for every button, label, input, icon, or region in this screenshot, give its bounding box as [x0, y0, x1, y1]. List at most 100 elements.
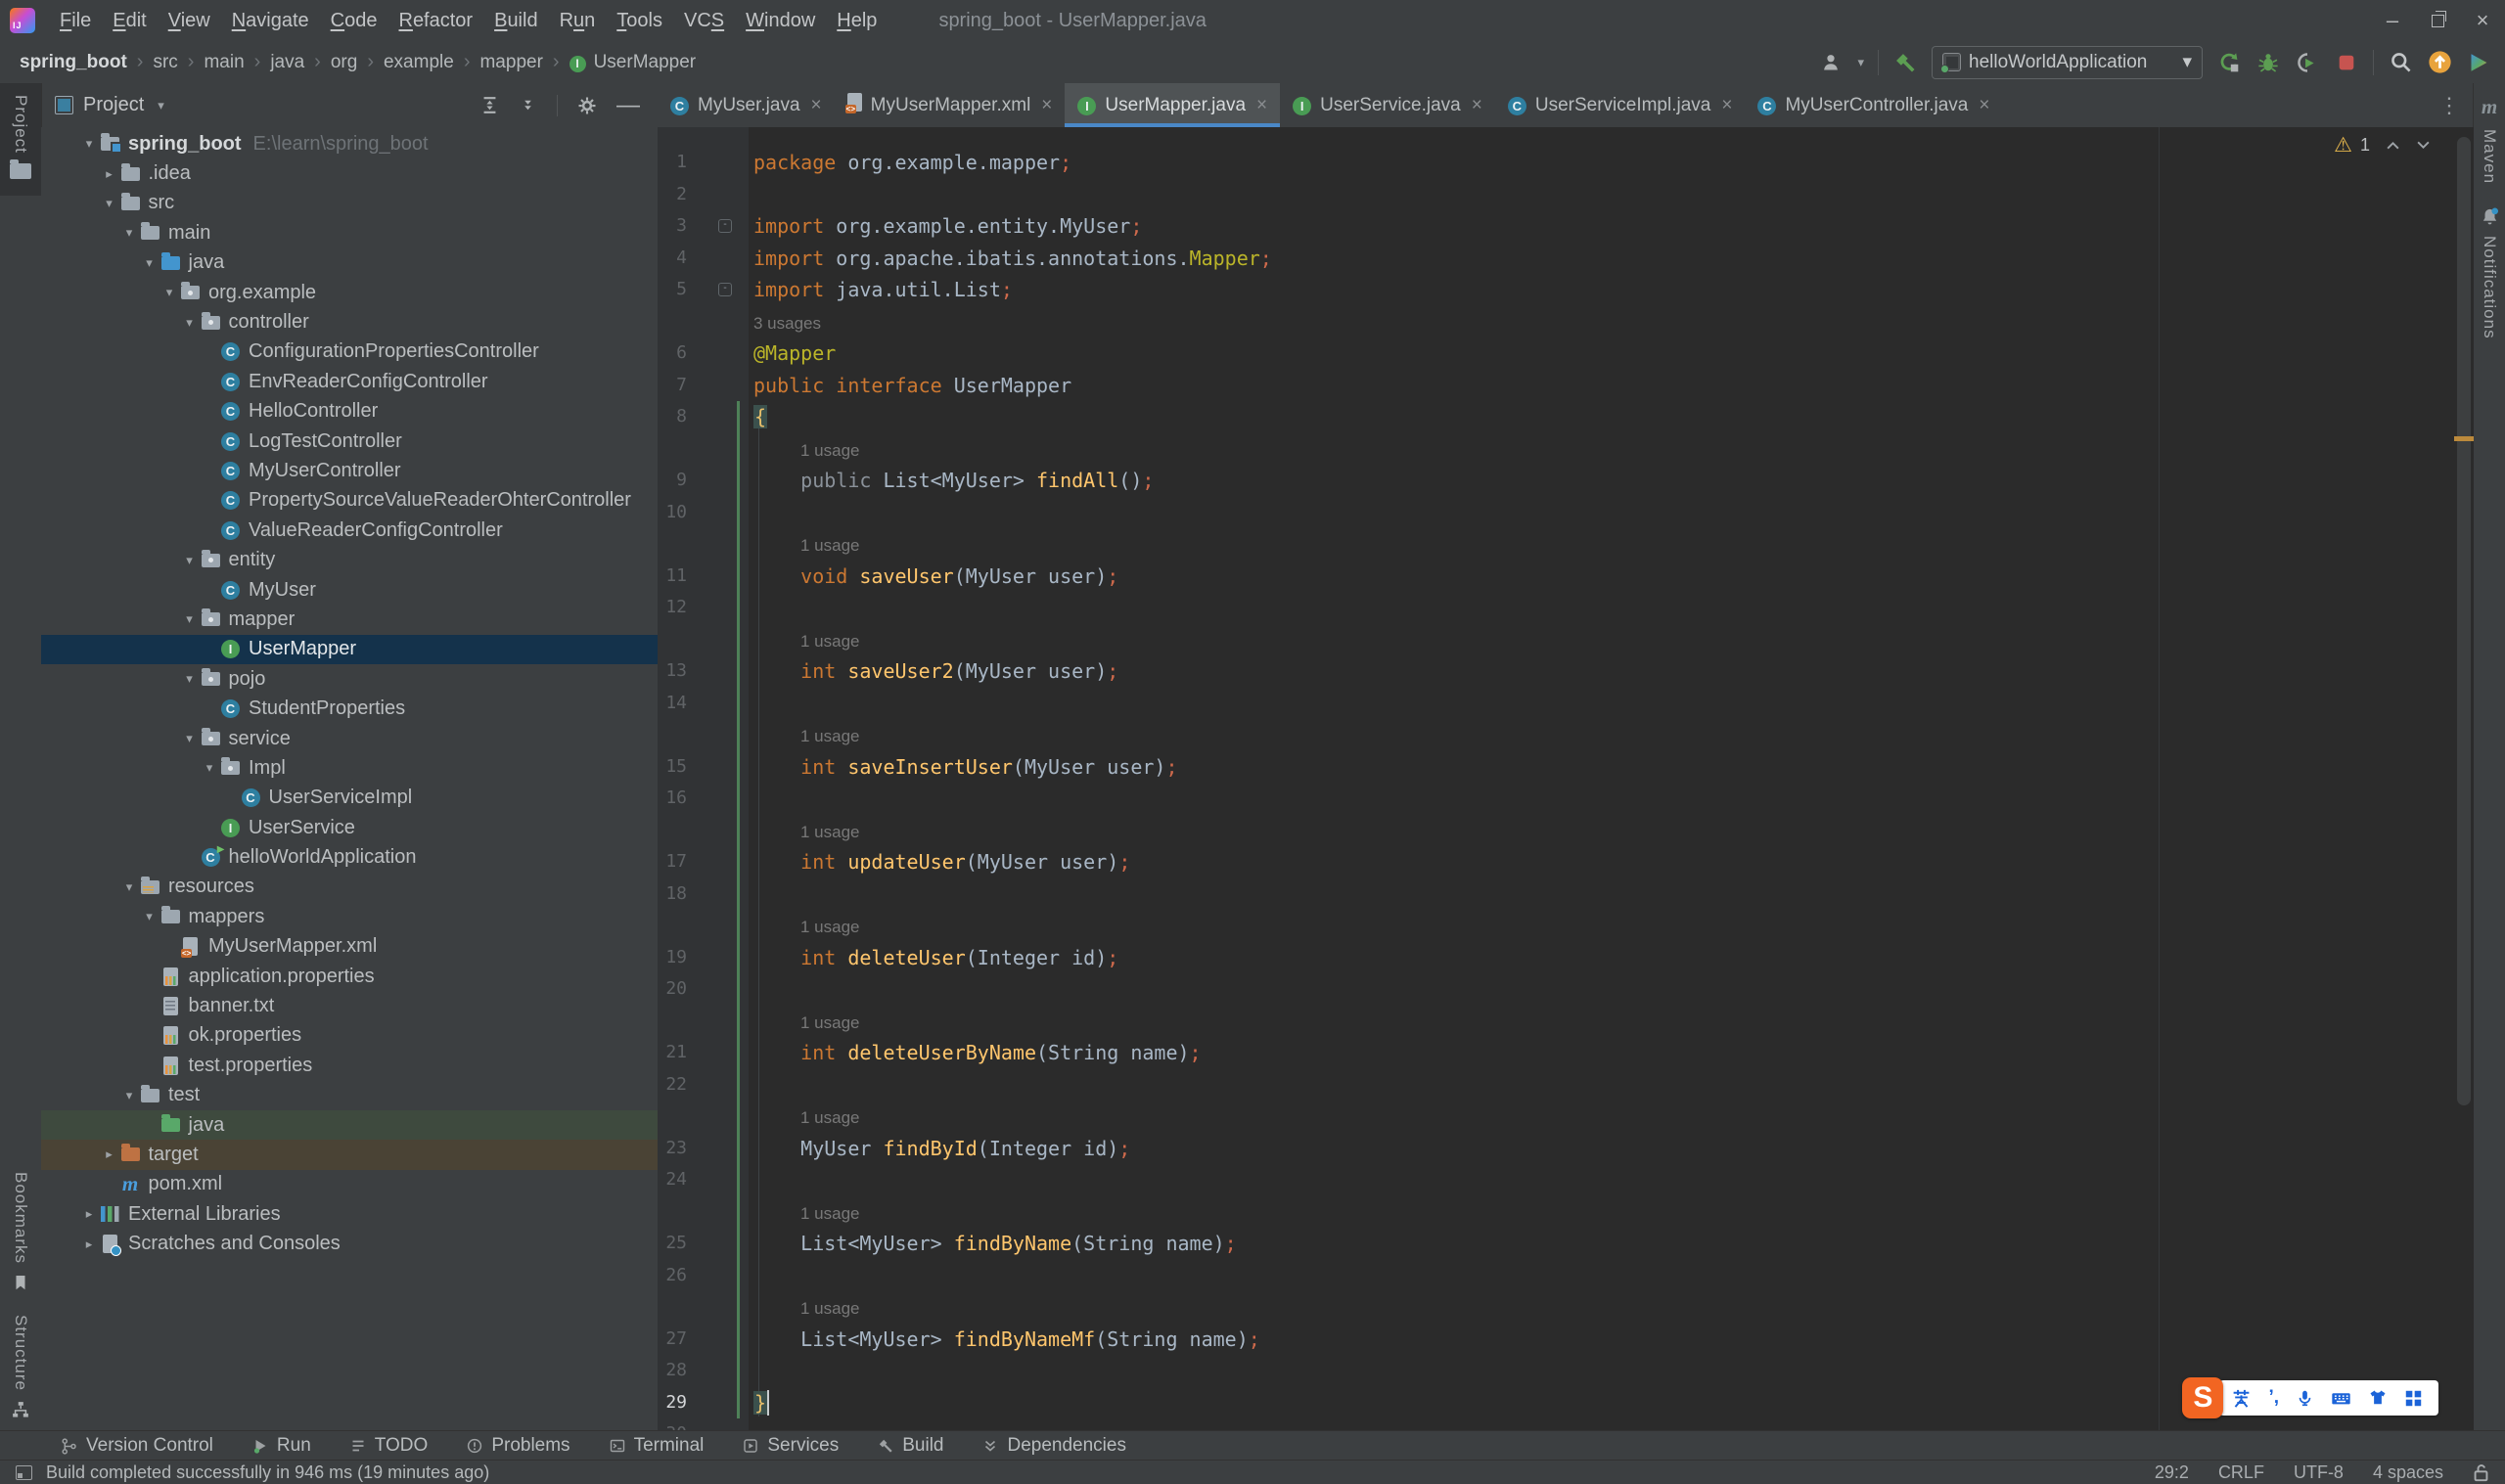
code-line-22[interactable]: 22	[658, 1069, 2474, 1102]
line-number[interactable]: 5	[658, 274, 687, 306]
minimize-icon[interactable]: –	[2370, 0, 2415, 41]
prev-warning-icon[interactable]	[2386, 140, 2400, 151]
tree-item-propertysourcevaluereaderohtercontroller[interactable]: C PropertySourceValueReaderOhterControlle…	[41, 486, 658, 516]
breadcrumb-src[interactable]: src	[153, 52, 177, 73]
chevron-down-icon[interactable]: ▾	[179, 611, 201, 627]
unlock-icon[interactable]	[2473, 1463, 2489, 1482]
inlay-usages-hint[interactable]: 1 usage	[658, 624, 2474, 656]
close-icon[interactable]: ×	[1041, 95, 1052, 116]
inlay-usages-hint[interactable]: 1 usage	[658, 1196, 2474, 1229]
tree-item-test-properties[interactable]: test.properties	[41, 1051, 658, 1080]
fold-marker-icon[interactable]: -	[718, 219, 732, 233]
inlay-usages-hint[interactable]: 1 usage	[658, 1006, 2474, 1038]
user-profile-icon[interactable]	[1818, 50, 1844, 75]
code-line-21[interactable]: 21 int deleteUserByName(String name);	[658, 1037, 2474, 1069]
tree-item-pojo[interactable]: ▾ pojo	[41, 664, 658, 694]
toolwindow-button-terminal[interactable]: Terminal	[590, 1431, 724, 1461]
chevron-down-icon[interactable]: ▾	[118, 1088, 140, 1103]
line-number[interactable]: 20	[658, 973, 687, 1006]
breadcrumb-spring-boot[interactable]: spring_boot	[20, 52, 127, 73]
inspections-widget[interactable]: ⚠ 1	[2334, 133, 2431, 157]
toolwindow-button-run[interactable]: Run	[233, 1431, 331, 1461]
line-number[interactable]: 30	[658, 1418, 687, 1430]
line-number[interactable]: 19	[658, 942, 687, 974]
tree-item-org-example[interactable]: ▾ org.example	[41, 278, 658, 307]
code-line-30[interactable]: 30	[658, 1418, 2474, 1430]
gear-icon[interactable]	[577, 96, 597, 115]
menu-run[interactable]: Run	[549, 10, 607, 32]
breadcrumb-usermapper[interactable]: UserMapper	[594, 52, 697, 73]
warning-stripe-mark[interactable]	[2454, 436, 2474, 441]
line-number[interactable]: 17	[658, 846, 687, 878]
code-line-5[interactable]: 5 - import java.util.List;	[658, 274, 2474, 306]
stop-icon[interactable]	[2334, 50, 2359, 75]
tree-item-userserviceimpl[interactable]: C UserServiceImpl	[41, 784, 658, 813]
run-configuration-select[interactable]: helloWorldApplication ▾	[1932, 45, 2203, 79]
tree-item-src[interactable]: ▾ src	[41, 189, 658, 218]
line-number[interactable]: 25	[658, 1228, 687, 1260]
menu-build[interactable]: Build	[483, 10, 548, 32]
rerun-icon[interactable]	[2216, 50, 2242, 75]
line-number[interactable]: 9	[658, 465, 687, 497]
tree-item-external-libraries[interactable]: ▸ External Libraries	[41, 1199, 658, 1229]
toolwindow-button-project[interactable]: Project	[0, 83, 41, 196]
toolwindow-button-build[interactable]: Build	[858, 1431, 963, 1461]
ime-punctuation-icon[interactable]: ’,	[2268, 1387, 2279, 1409]
code-line-1[interactable]: 1 package org.example.mapper;	[658, 147, 2474, 179]
tree-item-valuereaderconfigcontroller[interactable]: C ValueReaderConfigController	[41, 516, 658, 545]
tree-item-helloworldapplication[interactable]: C ▶ helloWorldApplication	[41, 842, 658, 872]
line-number[interactable]: 18	[658, 878, 687, 911]
line-number[interactable]: 10	[658, 497, 687, 529]
inlay-usages-hint[interactable]: 1 usage	[658, 433, 2474, 466]
file-encoding[interactable]: UTF-8	[2294, 1462, 2344, 1483]
tree-item-pom-xml[interactable]: m pom.xml	[41, 1170, 658, 1199]
line-separator[interactable]: CRLF	[2218, 1462, 2264, 1483]
tree-item-studentproperties[interactable]: C StudentProperties	[41, 694, 658, 723]
tab-myuser-java[interactable]: C MyUser.java ×	[658, 83, 835, 127]
code-line-14[interactable]: 14	[658, 688, 2474, 720]
chevron-down-icon[interactable]: ▾	[179, 671, 201, 687]
chevron-down-icon[interactable]: ▾	[179, 553, 201, 568]
line-number[interactable]: 16	[658, 783, 687, 815]
code-line-10[interactable]: 10	[658, 497, 2474, 529]
breadcrumb-example[interactable]: example	[384, 52, 454, 73]
soft-keyboard-icon[interactable]	[2331, 1388, 2351, 1409]
chevron-right-icon[interactable]: ▸	[99, 166, 120, 182]
tree-item-test[interactable]: ▾ test	[41, 1081, 658, 1110]
tab-myusercontroller-java[interactable]: C MyUserController.java ×	[1745, 83, 2002, 127]
learn-ide-icon[interactable]	[2466, 50, 2491, 75]
search-everywhere-icon[interactable]	[2388, 50, 2413, 75]
toolwindow-button-dependencies[interactable]: Dependencies	[963, 1431, 1145, 1461]
inlay-usages-hint[interactable]: 1 usage	[658, 910, 2474, 942]
close-icon[interactable]: ×	[1721, 95, 1732, 116]
restore-icon[interactable]	[2415, 0, 2460, 41]
chevron-down-icon[interactable]: ▾	[99, 196, 120, 211]
menu-help[interactable]: Help	[826, 10, 888, 32]
close-icon[interactable]: ×	[1256, 95, 1267, 116]
menu-navigate[interactable]: Navigate	[221, 10, 320, 32]
code-line-4[interactable]: 4 import org.apache.ibatis.annotations.Ma…	[658, 243, 2474, 275]
line-number[interactable]: 27	[658, 1324, 687, 1356]
close-icon[interactable]: ×	[2460, 0, 2505, 41]
next-warning-icon[interactable]	[2416, 140, 2431, 151]
chevron-down-icon[interactable]: ▾	[199, 760, 220, 776]
select-opened-file-icon[interactable]	[480, 96, 499, 114]
code-line-20[interactable]: 20	[658, 973, 2474, 1006]
inlay-usages-hint[interactable]: 1 usage	[658, 1101, 2474, 1133]
toolwindow-button-todo[interactable]: TODO	[331, 1431, 448, 1461]
build-hammer-icon[interactable]	[1892, 50, 1918, 75]
microphone-icon[interactable]	[2296, 1389, 2314, 1408]
line-number[interactable]: 28	[658, 1355, 687, 1387]
close-icon[interactable]: ×	[811, 95, 822, 116]
code-line-15[interactable]: 15 int saveInsertUser(MyUser user);	[658, 751, 2474, 784]
tree-item-application-properties[interactable]: application.properties	[41, 962, 658, 991]
line-number[interactable]: 14	[658, 688, 687, 720]
menu-refactor[interactable]: Refactor	[387, 10, 483, 32]
project-panel-title[interactable]: Project	[83, 94, 144, 116]
code-line-12[interactable]: 12	[658, 592, 2474, 624]
line-number[interactable]: 1	[658, 147, 687, 179]
tree-item-myusermapper-xml[interactable]: <> MyUserMapper.xml	[41, 932, 658, 962]
editor-scrollbar[interactable]	[2457, 137, 2471, 1105]
menu-vcs[interactable]: VCS	[673, 10, 735, 32]
chevron-down-icon[interactable]: ▾	[139, 255, 160, 271]
